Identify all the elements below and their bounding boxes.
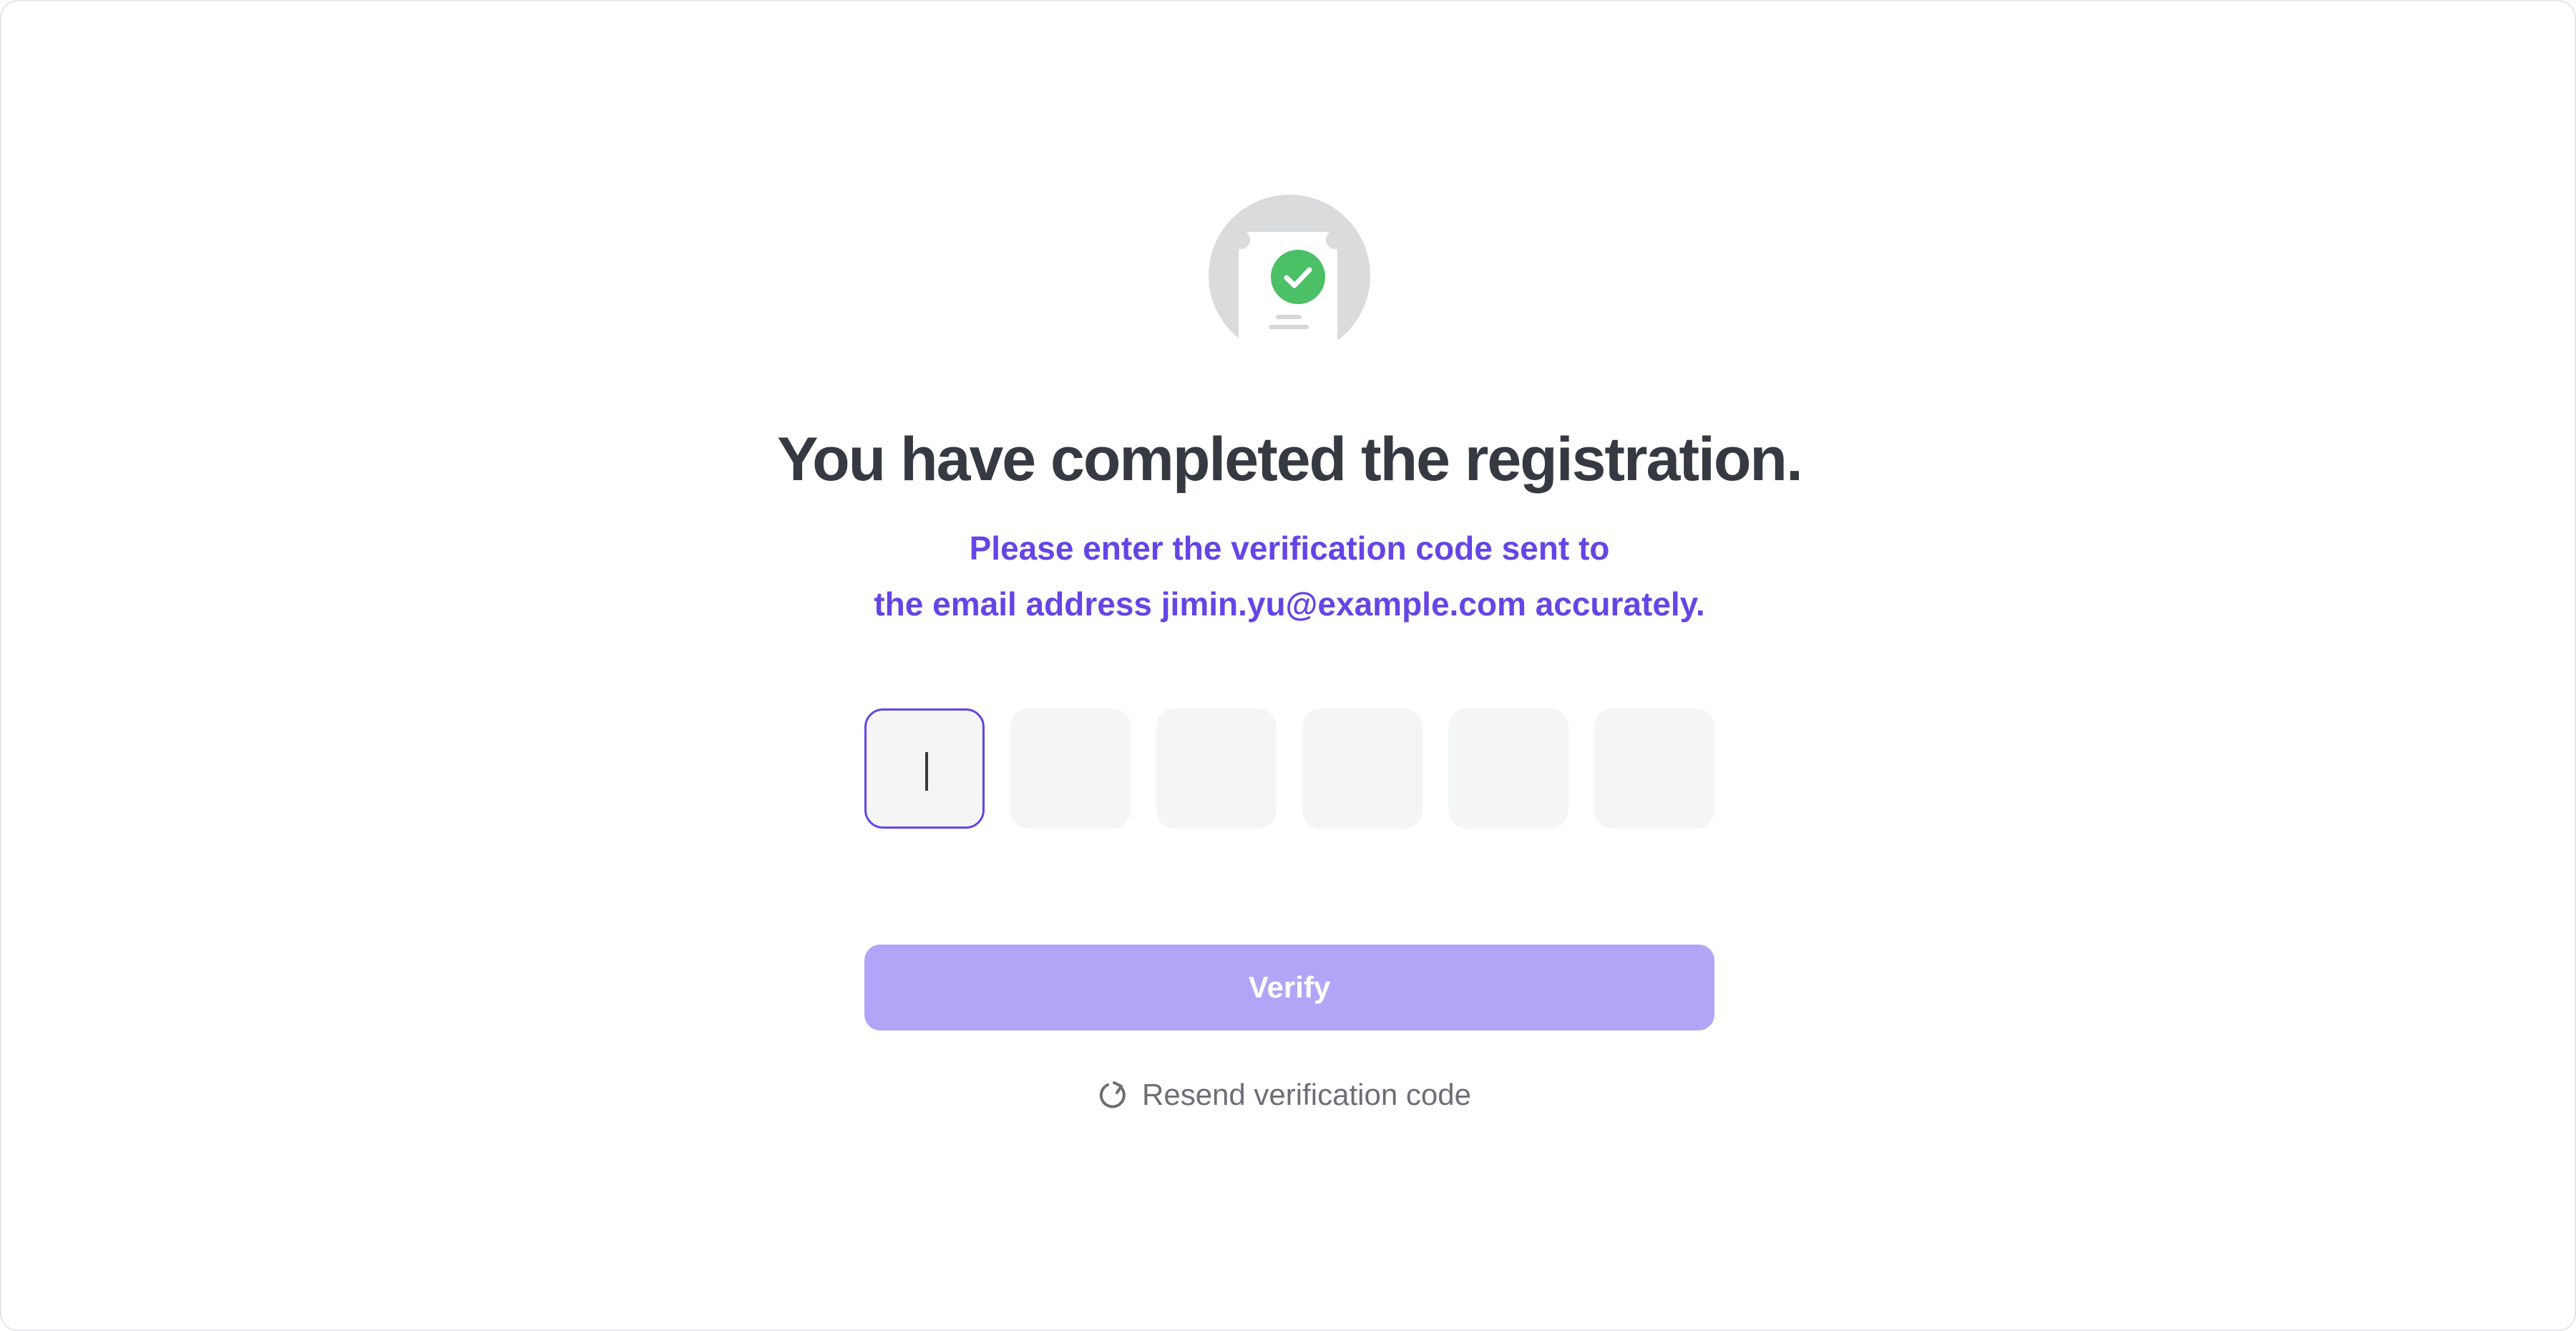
verification-card: You have completed the registration. Ple… bbox=[0, 0, 2576, 1331]
registration-complete-illustration bbox=[1209, 195, 1370, 356]
instruction-line-1: Please enter the verification code sent … bbox=[969, 530, 1610, 567]
page-title: You have completed the registration. bbox=[777, 425, 1803, 494]
code-digit-3[interactable] bbox=[1156, 708, 1277, 829]
resend-label: Resend verification code bbox=[1142, 1078, 1471, 1111]
text-caret bbox=[925, 752, 928, 791]
verification-code-inputs bbox=[864, 708, 1714, 829]
check-badge-icon bbox=[1271, 250, 1325, 304]
resend-code-link[interactable]: Resend verification code bbox=[1096, 1073, 1471, 1116]
code-digit-6[interactable] bbox=[1594, 708, 1714, 829]
document-icon bbox=[1231, 230, 1345, 356]
verify-button[interactable]: Verify bbox=[864, 945, 1714, 1030]
code-digit-4[interactable] bbox=[1302, 708, 1423, 829]
refresh-icon bbox=[1099, 1081, 1126, 1108]
code-digit-2[interactable] bbox=[1010, 708, 1131, 829]
code-digit-5[interactable] bbox=[1448, 708, 1568, 829]
instruction-line-2: the email address jimin.yu@example.com a… bbox=[874, 585, 1705, 623]
code-digit-1[interactable] bbox=[864, 708, 985, 829]
